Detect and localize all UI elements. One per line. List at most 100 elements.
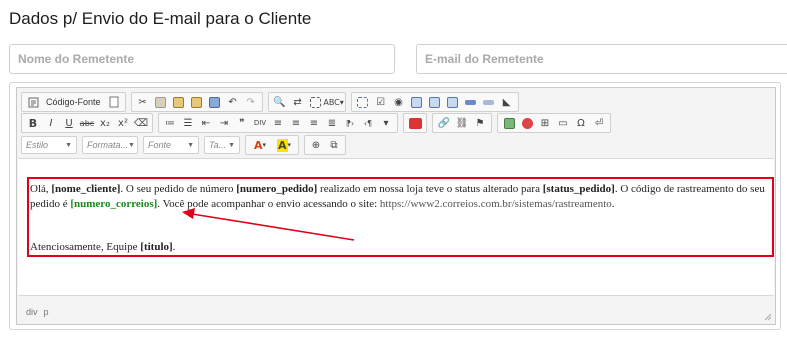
text-color-label: A: [253, 138, 263, 152]
chevron-down-icon: ▼: [187, 141, 194, 149]
text-segment: . O seu pedido de número: [120, 183, 237, 195]
blockquote-icon[interactable]: ❞: [234, 115, 250, 131]
align-right-icon[interactable]: ≡: [306, 115, 322, 131]
textfield-icon[interactable]: [409, 94, 425, 110]
text-color-button[interactable]: A ▾: [249, 137, 271, 153]
text-segment: .: [611, 197, 615, 210]
format-combo[interactable]: Formata... ▼: [82, 136, 138, 154]
horizontal-rule-icon[interactable]: ▭: [555, 115, 571, 131]
redo-icon[interactable]: ↷: [243, 94, 259, 110]
page-break-icon[interactable]: ⏎: [591, 115, 607, 131]
strike-button[interactable]: abc: [79, 115, 95, 131]
radio-icon[interactable]: ◉: [391, 94, 407, 110]
style-combo[interactable]: Estilo ▼: [21, 136, 77, 154]
placeholder-titulo: [titulo]: [140, 241, 173, 253]
subscript-button[interactable]: x₂: [97, 115, 113, 131]
form-icon[interactable]: [355, 94, 371, 110]
paste-icon[interactable]: [171, 94, 187, 110]
font-combo[interactable]: Fonte ▼: [143, 136, 199, 154]
rtl-icon[interactable]: ‹¶: [360, 115, 376, 131]
undo-icon[interactable]: ↶: [225, 94, 241, 110]
div-container-icon[interactable]: DIV: [252, 115, 268, 131]
placeholder-numero-pedido: [numero_pedido]: [236, 183, 318, 195]
table-icon[interactable]: ⊞: [537, 115, 553, 131]
italic-button[interactable]: I: [43, 115, 59, 131]
hidden-field-icon[interactable]: ◣: [499, 94, 515, 110]
ltr-icon[interactable]: ⁋›: [342, 115, 358, 131]
placeholder-numero-correios: [numero_correios]: [70, 197, 158, 210]
align-center-icon[interactable]: ≡: [288, 115, 304, 131]
size-combo[interactable]: Ta... ▼: [204, 136, 240, 154]
placeholder-status-pedido: [status_pedido]: [542, 183, 615, 195]
text-segment: . Você pode acompanhar o envio acessando…: [157, 197, 380, 210]
sender-email-input[interactable]: E-mail do Remetente: [416, 44, 787, 74]
toolbar-row-2: B I U abc x₂ x² ⌫ ≔ ☰ ⇤ ⇥ ❞ DIV ≡ ≡ ≡ ≣ …: [21, 113, 615, 133]
message-paragraph-1: Olá, [nome_cliente]. O seu pedido de núm…: [30, 182, 772, 211]
align-justify-icon[interactable]: ≣: [324, 115, 340, 131]
bulleted-list-icon[interactable]: ☰: [180, 115, 196, 131]
bg-color-button[interactable]: A ▾: [273, 137, 295, 153]
rich-text-editor: Código-Fonte ✂ ↶ ↷ 🔍 ⇄ ABC▾ ☑ ◉ ◣ B I U …: [16, 87, 776, 325]
superscript-button[interactable]: x²: [115, 115, 131, 131]
paste-word-icon[interactable]: [207, 94, 223, 110]
toolbar-row-3: Estilo ▼ Formata... ▼ Fonte ▼ Ta... ▼ A ▾ A ▾ …: [21, 135, 350, 155]
source-button[interactable]: Código-Fonte: [43, 94, 104, 110]
spellcheck-icon[interactable]: ABC▾: [323, 94, 343, 110]
tracking-url[interactable]: https://www2.correios.com.br/sistemas/ra…: [380, 198, 612, 210]
toolbar-group-document: Código-Fonte: [21, 92, 126, 112]
maximize-icon[interactable]: ⊕: [308, 137, 324, 153]
toolbar-group-links: 🔗 ⛓ ⚑: [432, 113, 492, 133]
youtube-icon[interactable]: [407, 115, 423, 131]
checkbox-icon[interactable]: ☑: [373, 94, 389, 110]
email-editor-wrapper: Código-Fonte ✂ ↶ ↷ 🔍 ⇄ ABC▾ ☑ ◉ ◣ B I U …: [9, 82, 781, 330]
bold-label: B: [28, 116, 38, 130]
path-item-div[interactable]: div: [26, 307, 38, 317]
toolbar-group-insert: ⊞ ▭ Ω ⏎: [497, 113, 611, 133]
remove-format-icon[interactable]: ⌫: [133, 115, 149, 131]
button-field-icon[interactable]: [463, 94, 479, 110]
chevron-down-icon: ▼: [228, 141, 235, 149]
paste-text-icon[interactable]: [189, 94, 205, 110]
text-segment: Olá,: [30, 183, 52, 195]
editor-content-area[interactable]: Olá, [nome_cliente]. O seu pedido de núm…: [18, 158, 774, 296]
text-segment: .: [172, 241, 176, 253]
textarea-icon[interactable]: [427, 94, 443, 110]
flash-icon[interactable]: [519, 115, 535, 131]
message-paragraph-2: Atenciosamente, Equipe [titulo].: [30, 241, 175, 253]
style-combo-label: Estilo: [26, 140, 49, 150]
show-blocks-icon[interactable]: ⧉: [326, 137, 342, 153]
select-all-icon[interactable]: [308, 94, 324, 110]
underline-button[interactable]: U: [61, 115, 77, 131]
numbered-list-icon[interactable]: ≔: [162, 115, 178, 131]
toolbar-group-paragraph: ≔ ☰ ⇤ ⇥ ❞ DIV ≡ ≡ ≡ ≣ ⁋› ‹¶ ▾: [158, 113, 398, 133]
image-button-icon[interactable]: [481, 94, 497, 110]
toolbar-group-basicstyles: B I U abc x₂ x² ⌫: [21, 113, 153, 133]
special-char-icon[interactable]: Ω: [573, 115, 589, 131]
image-icon[interactable]: [501, 115, 517, 131]
placeholder-nome-cliente: [nome_cliente]: [51, 183, 121, 195]
cut-icon[interactable]: ✂: [135, 94, 151, 110]
link-icon[interactable]: 🔗: [436, 115, 452, 131]
find-icon[interactable]: 🔍: [272, 94, 288, 110]
align-left-icon[interactable]: ≡: [270, 115, 286, 131]
sender-name-input[interactable]: Nome do Remetente: [9, 44, 395, 74]
outdent-icon[interactable]: ⇤: [198, 115, 214, 131]
source-icon[interactable]: [25, 94, 41, 110]
path-item-p[interactable]: p: [44, 307, 49, 317]
anchor-icon[interactable]: ⚑: [472, 115, 488, 131]
select-field-icon[interactable]: [445, 94, 461, 110]
toolbar-group-forms: ☑ ◉ ◣: [350, 92, 519, 112]
copy-icon[interactable]: [153, 94, 169, 110]
bold-button[interactable]: B: [25, 115, 41, 131]
toolbar-row-1: Código-Fonte ✂ ↶ ↷ 🔍 ⇄ ABC▾ ☑ ◉ ◣: [21, 92, 523, 112]
indent-icon[interactable]: ⇥: [216, 115, 232, 131]
unlink-icon[interactable]: ⛓: [454, 115, 470, 131]
new-page-icon[interactable]: [106, 94, 122, 110]
italic-label: I: [49, 117, 53, 129]
resize-handle-icon[interactable]: [764, 313, 772, 321]
font-combo-label: Fonte: [148, 140, 172, 150]
toolbar-group-editing: 🔍 ⇄ ABC▾: [267, 92, 346, 112]
toolbar-group-clipboard: ✂ ↶ ↷: [130, 92, 263, 112]
replace-icon[interactable]: ⇄: [290, 94, 306, 110]
language-icon[interactable]: ▾: [378, 115, 394, 131]
